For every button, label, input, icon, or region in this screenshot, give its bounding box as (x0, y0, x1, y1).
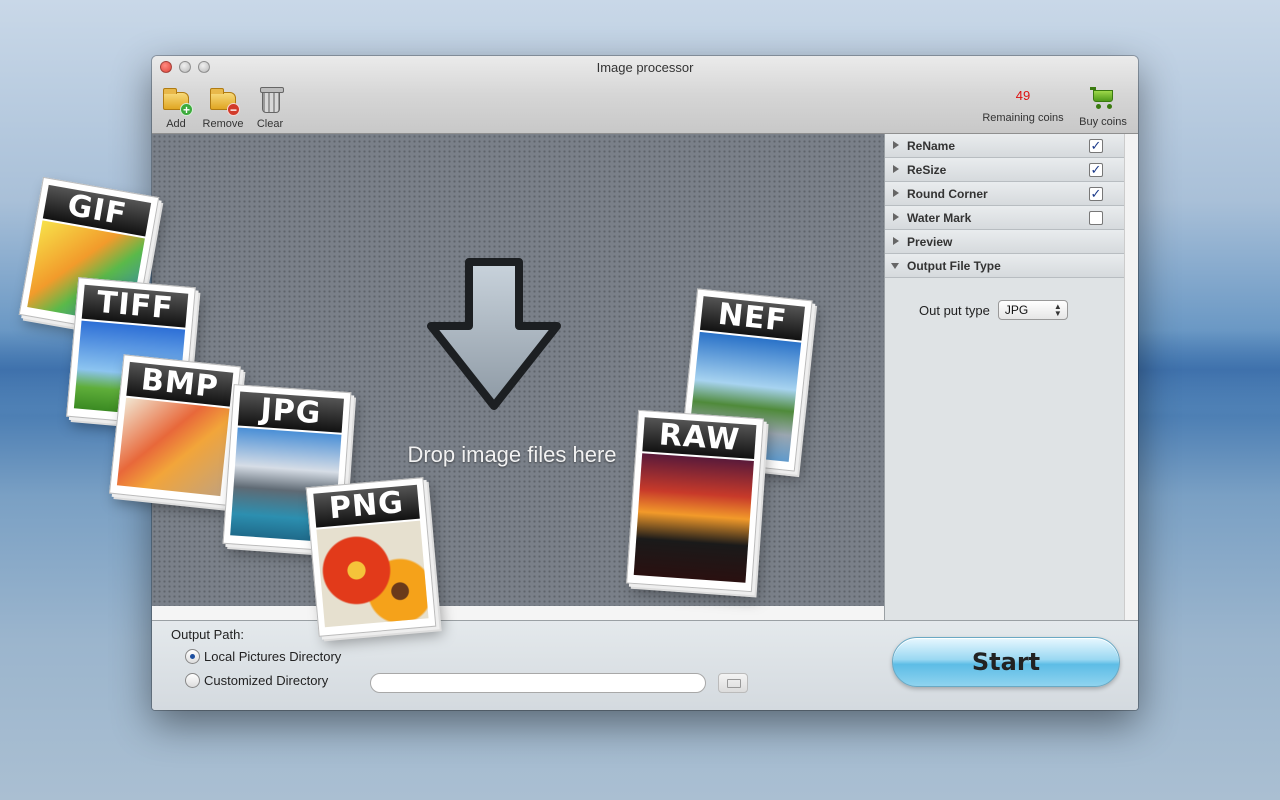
drop-hint: Drop image files here (407, 442, 617, 467)
local-pictures-radio[interactable] (185, 649, 200, 664)
water-mark-checkbox[interactable] (1089, 211, 1103, 225)
coins-count: 49 (1015, 88, 1031, 103)
add-button[interactable]: + Add (152, 86, 200, 130)
resize-checkbox[interactable]: ✓ (1089, 163, 1103, 177)
remaining-coins: 49 Remaining coins (978, 86, 1068, 124)
option-preview[interactable]: Preview (885, 230, 1124, 254)
add-folder-icon: + (161, 86, 193, 116)
expand-icon (893, 165, 899, 173)
dropzone-footer (152, 606, 884, 620)
output-path-title: Output Path: (171, 627, 244, 642)
option-output-file-type[interactable]: Output File Type (885, 254, 1124, 278)
option-rename[interactable]: ReName ✓ (885, 134, 1124, 158)
output-section: Output Path: Local Pictures Directory Cu… (152, 620, 1138, 710)
cart-icon (1090, 86, 1116, 110)
option-round-corner[interactable]: Round Corner ✓ (885, 182, 1124, 206)
local-pictures-option[interactable]: Local Pictures Directory (185, 649, 341, 664)
add-label: Add (166, 118, 186, 130)
remove-label: Remove (202, 118, 244, 130)
browse-folder-button[interactable] (718, 673, 748, 693)
option-water-mark[interactable]: Water Mark (885, 206, 1124, 230)
clear-label: Clear (256, 118, 284, 130)
output-type-label: Out put type (919, 302, 990, 318)
round-corner-checkbox[interactable]: ✓ (1089, 187, 1103, 201)
coins-label: Remaining coins (982, 112, 1064, 124)
local-pictures-label: Local Pictures Directory (204, 649, 342, 664)
custom-path-input[interactable] (370, 673, 706, 693)
expand-icon (893, 237, 899, 245)
output-type-select[interactable]: JPG ▲ ▼ (997, 300, 1068, 320)
start-button[interactable]: Start (892, 637, 1120, 687)
option-resize[interactable]: ReSize ✓ (885, 158, 1124, 182)
expand-icon (893, 213, 899, 221)
collapse-icon (891, 263, 899, 269)
download-arrow-icon (427, 258, 561, 410)
customized-directory-option[interactable]: Customized Directory (185, 673, 328, 688)
stepper-icon: ▲ ▼ (1053, 302, 1062, 318)
trash-icon (255, 86, 285, 114)
window-title: Image processor (596, 60, 694, 75)
raw-card: RAW (626, 409, 764, 593)
titlebar: Image processor + Add − Remove Clear 49 … (152, 56, 1138, 134)
buy-coins-label: Buy coins (1079, 116, 1127, 128)
rename-checkbox[interactable]: ✓ (1089, 139, 1103, 153)
buy-coins-button[interactable]: Buy coins (1076, 86, 1130, 128)
customized-directory-label: Customized Directory (204, 673, 329, 688)
bmp-card: BMP (109, 354, 241, 506)
options-panel: ReName ✓ ReSize ✓ Round Corner ✓ Water M… (884, 134, 1138, 620)
folder-icon (727, 679, 741, 688)
app-window: Image processor + Add − Remove Clear 49 … (152, 56, 1138, 710)
remove-button[interactable]: − Remove (199, 86, 247, 130)
png-card: PNG (305, 477, 437, 637)
expand-icon (893, 141, 899, 149)
expand-icon (893, 189, 899, 197)
panel-scrollbar[interactable] (1124, 134, 1138, 620)
clear-button[interactable]: Clear (246, 86, 294, 130)
remove-folder-icon: − (208, 86, 240, 116)
customized-directory-radio[interactable] (185, 673, 200, 688)
output-type-row: Out put type JPG ▲ ▼ (919, 300, 1068, 320)
